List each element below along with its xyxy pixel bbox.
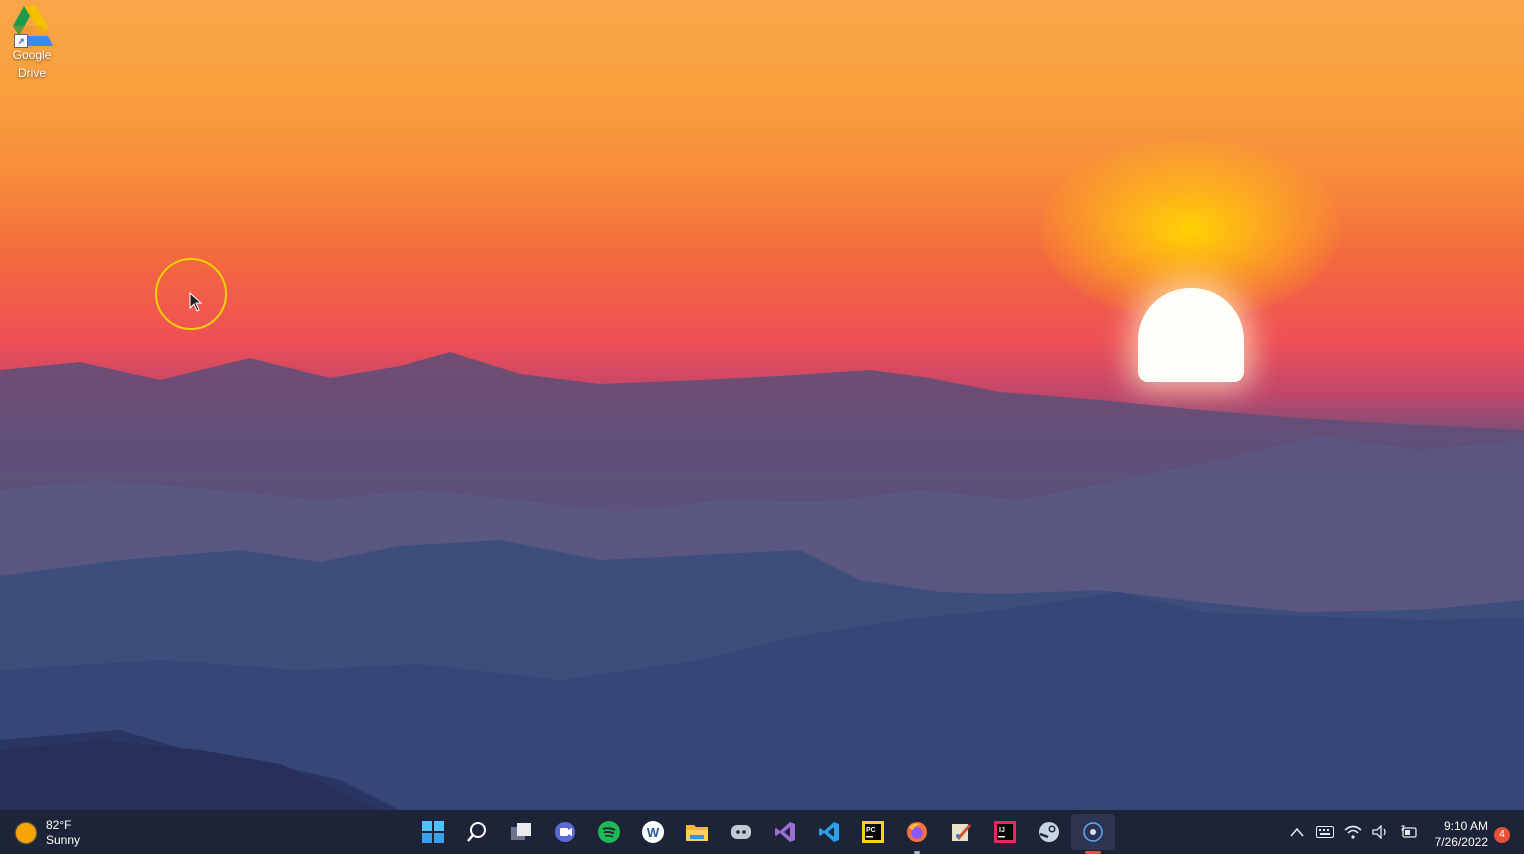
svg-text:W: W (647, 825, 660, 840)
notification-badge[interactable]: 4 (1494, 827, 1510, 843)
mouse-pointer-icon (189, 292, 203, 312)
steam-icon (1039, 822, 1059, 842)
file-explorer-button[interactable] (675, 814, 719, 850)
intellij-icon: IJ (994, 821, 1016, 843)
search-button[interactable] (455, 814, 499, 850)
volume-icon[interactable] (1370, 821, 1392, 843)
vscode-button[interactable] (807, 814, 851, 850)
start-button[interactable] (411, 814, 455, 850)
svg-text:IJ: IJ (999, 827, 1005, 834)
task-view-icon (511, 823, 531, 840)
taskbar-apps: W PC IJ (411, 814, 1115, 854)
taskbar: 82°F Sunny W PC IJ 9:10 AM 7/26/2022 4 (0, 810, 1524, 854)
weather-condition: Sunny (46, 833, 81, 847)
pycharm-button[interactable]: PC (851, 814, 895, 850)
visual-studio-button[interactable] (763, 814, 807, 850)
weather-temperature: 82°F (46, 818, 72, 832)
wallpaper-mountains (0, 352, 1524, 814)
battery-icon[interactable] (1398, 821, 1420, 843)
intellij-button[interactable]: IJ (983, 814, 1027, 850)
spotify-button[interactable] (587, 814, 631, 850)
discord-button[interactable] (719, 814, 763, 850)
search-icon (467, 822, 486, 842)
weather-widget[interactable]: 82°F Sunny (16, 818, 80, 848)
firefox-icon (907, 822, 927, 842)
spotify-icon (598, 821, 620, 843)
system-tray (1286, 820, 1420, 844)
recorder-button[interactable] (1071, 814, 1115, 854)
firefox-button[interactable] (895, 814, 939, 854)
word-button[interactable]: W (631, 814, 675, 850)
recorder-icon (1083, 822, 1103, 842)
keyboard-icon[interactable] (1314, 821, 1336, 843)
paint-tool-button[interactable] (939, 814, 983, 850)
windows-start-icon (422, 821, 444, 843)
word-icon: W (642, 821, 664, 843)
desktop-icon-label: Google Drive (12, 48, 52, 80)
visual-studio-icon (775, 822, 795, 842)
shortcut-arrow-icon: ↗ (14, 34, 28, 48)
clock[interactable]: 9:10 AM 7/26/2022 (1424, 818, 1488, 850)
clock-date: 7/26/2022 (1434, 835, 1488, 849)
steam-button[interactable] (1027, 814, 1071, 850)
google-drive-icon: ↗ (9, 4, 55, 48)
teams-chat-icon (555, 822, 575, 842)
sun-icon (16, 823, 36, 843)
pycharm-icon: PC (862, 821, 884, 843)
discord-icon (731, 825, 751, 839)
teams-chat-button[interactable] (543, 814, 587, 850)
svg-text:PC: PC (866, 827, 876, 834)
file-explorer-icon (686, 825, 708, 841)
chevron-up-icon[interactable] (1286, 821, 1308, 843)
wifi-icon[interactable] (1342, 821, 1364, 843)
clock-time: 9:10 AM (1443, 819, 1488, 833)
paint-tool-icon (952, 824, 971, 841)
task-view-button[interactable] (499, 814, 543, 850)
vscode-icon (819, 822, 839, 842)
desktop-icon-google-drive[interactable]: ↗ Google Drive (4, 4, 60, 82)
